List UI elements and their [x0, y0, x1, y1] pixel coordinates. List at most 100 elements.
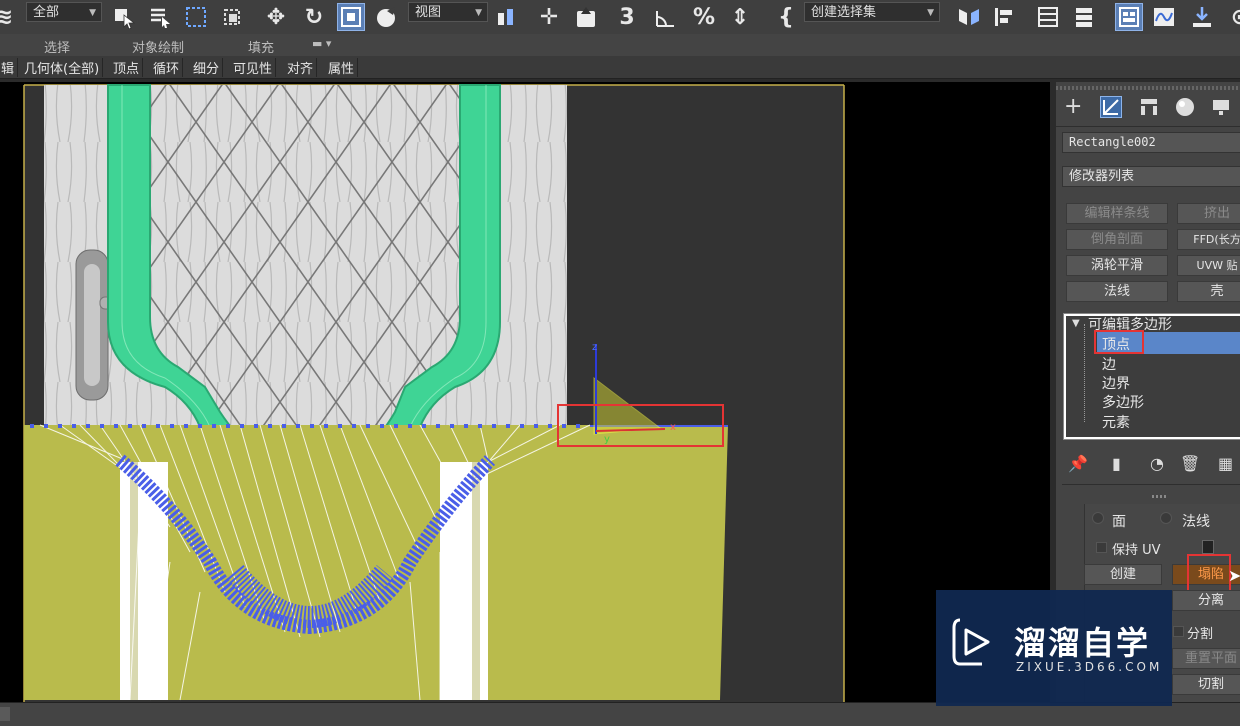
pivot-center-icon[interactable] [492, 3, 520, 31]
rect-selection-icon[interactable] [182, 3, 210, 31]
snap-3d-label: 3 [619, 4, 635, 30]
tab-vertex[interactable]: 顶点 [110, 58, 144, 77]
gizmo-x-label: x [670, 422, 676, 433]
tab-geometry-all[interactable]: 几何体(全部) [21, 58, 104, 77]
modifier-list-dropdown[interactable]: 修改器列表 [1062, 166, 1240, 187]
watermark: 溜溜自学 ZIXUE.3D66.COM [936, 590, 1172, 706]
modifier-stack: ▼ 可编辑多边形 顶点 边 边界 多边形 元素 [1063, 313, 1240, 440]
selection-filter-dropdown[interactable]: 全部 ▼ [26, 2, 102, 22]
watermark-brand: 溜溜自学 [1014, 624, 1151, 662]
show-end-result-icon[interactable]: ▮ [1112, 454, 1121, 473]
extrude-button[interactable]: 挤出 [1177, 203, 1240, 224]
main-toolbar: ≋ 全部 ▼ ✥ ↻ 视图 ▼ ✛ 3 % ⇕ { 创建选择集 ▼ [0, 0, 1240, 35]
ribbon-tab-bar: 辑 几何体(全部) 顶点 循环 细分 可见性 对齐 属性 [0, 56, 1240, 79]
select-object-icon[interactable] [110, 3, 138, 31]
split-checkbox[interactable] [1173, 626, 1184, 637]
tab-edit[interactable]: 辑 [0, 58, 19, 77]
tab-visibility[interactable]: 可见性 [230, 58, 277, 77]
bevel-profile-button[interactable]: 倒角剖面 [1066, 229, 1168, 250]
scene-explorer-icon[interactable] [1034, 3, 1062, 31]
curve-editor-icon[interactable] [1150, 3, 1178, 31]
split-label: 分割 [1187, 627, 1214, 642]
group-object-paint[interactable]: 对象绘制 [132, 37, 184, 56]
pin-stack-icon[interactable]: 📌 [1068, 454, 1088, 473]
tab-loop[interactable]: 循环 [150, 58, 184, 77]
turbosmooth-button[interactable]: 涡轮平滑 [1066, 255, 1168, 276]
normal-radio[interactable] [1160, 512, 1172, 524]
cut-button[interactable]: 切割 [1172, 674, 1240, 695]
play-logo-icon [952, 618, 990, 666]
align-icon[interactable] [990, 3, 1018, 31]
preserve-uv-settings-icon[interactable] [1202, 540, 1214, 554]
motion-tab-icon[interactable] [1174, 96, 1196, 118]
preserve-uv-label: 保持 UV [1112, 543, 1161, 558]
collapse-triangle-icon[interactable]: ▼ [1072, 318, 1080, 329]
uvw-map-button[interactable]: UVW 贴 [1177, 255, 1240, 276]
spinner-snap-icon[interactable]: ⇕ [726, 3, 754, 31]
modify-tab-icon[interactable] [1100, 96, 1122, 118]
window-crossing-icon[interactable] [218, 3, 246, 31]
stack-item-vertex[interactable]: 顶点 [1102, 334, 1130, 354]
display-tab-icon[interactable] [1210, 96, 1232, 118]
placement-icon[interactable] [373, 3, 401, 31]
tab-align[interactable]: 对齐 [284, 58, 318, 77]
create-tab-icon[interactable]: + [1064, 96, 1086, 118]
layer-manager-icon[interactable] [1070, 3, 1098, 31]
toggle-ribbon-icon[interactable] [1115, 3, 1143, 31]
keyboard-shortcut-icon[interactable] [572, 3, 600, 31]
ribbon-options-icon[interactable]: ▬ ▾ [312, 37, 331, 50]
remove-modifier-icon[interactable]: 🗑 [1180, 454, 1200, 473]
tab-properties[interactable]: 属性 [325, 58, 359, 77]
select-by-name-icon[interactable] [146, 3, 174, 31]
percent-snap-label: % [692, 4, 716, 30]
edit-named-selection-icon[interactable]: { [772, 3, 800, 31]
configure-modifier-icon[interactable]: ▦ [1218, 454, 1233, 473]
hierarchy-tab-icon[interactable] [1138, 96, 1160, 118]
watermark-url: ZIXUE.3D66.COM [1016, 660, 1163, 674]
ffd-box-button[interactable]: FFD(长方 [1177, 229, 1240, 250]
layer-icon[interactable]: ≋ [0, 3, 18, 31]
chevron-down-icon: ▼ [89, 8, 96, 18]
snap-3d-icon[interactable]: 3 [613, 3, 641, 31]
mouse-cursor-icon: ➤ [1228, 566, 1240, 585]
stack-item-border[interactable]: 边界 [1102, 373, 1130, 393]
schematic-view-icon[interactable] [1188, 3, 1216, 31]
group-populate[interactable]: 填充 [248, 37, 274, 56]
stack-item-element[interactable]: 元素 [1102, 412, 1130, 432]
gizmo-z-label: z [592, 342, 597, 353]
viewport-canvas[interactable]: z x y [0, 82, 1050, 702]
make-unique-icon[interactable]: ◔ [1150, 454, 1164, 473]
scale-icon[interactable] [337, 3, 365, 31]
shell-button[interactable]: 壳 [1177, 281, 1240, 302]
named-selection-placeholder: 创建选择集 [811, 5, 877, 20]
reference-coord-dropdown[interactable]: 视图 ▼ [408, 2, 488, 22]
material-editor-icon[interactable]: ⊙ [1226, 3, 1240, 31]
highlight-box-collapse [1187, 554, 1231, 592]
detach-button[interactable]: 分离 [1172, 590, 1240, 611]
edit-spline-button[interactable]: 编辑样条线 [1066, 203, 1168, 224]
gizmo-y-label: y [604, 434, 610, 445]
move-icon[interactable]: ✥ [262, 3, 290, 31]
preserve-uv-checkbox[interactable] [1096, 542, 1107, 553]
select-manipulate-icon[interactable]: ✛ [535, 3, 563, 31]
face-radio[interactable] [1092, 512, 1104, 524]
panel-grip[interactable] [1056, 86, 1240, 90]
rotate-icon[interactable]: ↻ [300, 3, 328, 31]
group-select[interactable]: 选择 [44, 37, 70, 56]
mirror-icon[interactable] [955, 3, 983, 31]
tab-subdivision[interactable]: 细分 [190, 58, 224, 77]
stack-item-polygon[interactable]: 多边形 [1102, 392, 1144, 412]
chevron-down-icon: ▼ [927, 8, 934, 18]
normal-button[interactable]: 法线 [1066, 281, 1168, 302]
stack-item-edge[interactable]: 边 [1102, 354, 1116, 374]
viewport[interactable]: z x y [0, 82, 1050, 702]
percent-snap-icon[interactable]: % [690, 3, 718, 31]
status-scroll-handle[interactable] [0, 707, 10, 721]
create-button[interactable]: 创建 [1084, 564, 1162, 585]
normal-label: 法线 [1182, 514, 1210, 530]
reset-plane-button[interactable]: 重置平面 [1172, 648, 1240, 669]
named-selection-dropdown[interactable]: 创建选择集 ▼ [804, 2, 940, 22]
selection-filter-value: 全部 [33, 5, 60, 20]
object-name-field[interactable]: Rectangle002 [1062, 132, 1240, 153]
angle-snap-icon[interactable] [652, 3, 680, 31]
